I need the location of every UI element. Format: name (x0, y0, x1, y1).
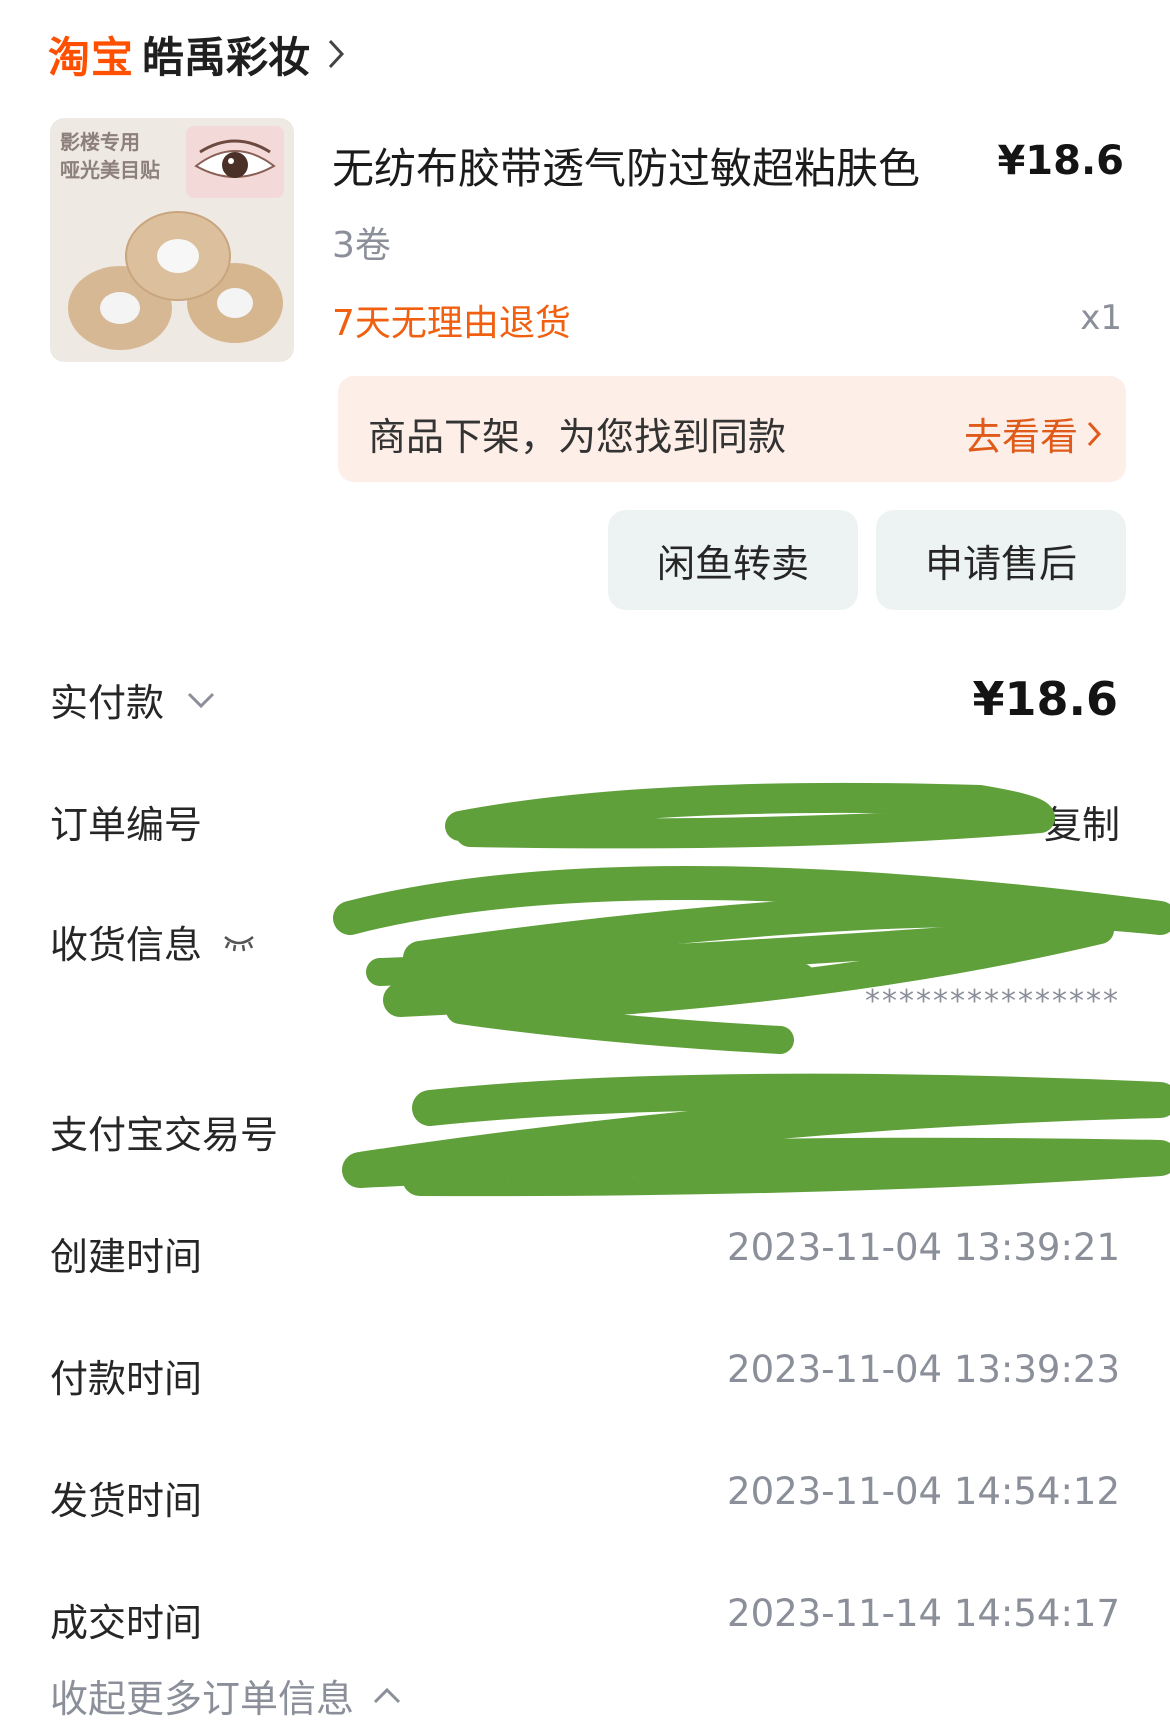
notice-text: 商品下架，为您找到同款 (368, 415, 787, 459)
shop-name[interactable]: 皓禹彩妆 (142, 24, 310, 85)
product-price: ¥18.6 (997, 138, 1124, 184)
shipping-time-value: 2023-11-04 14:54:12 (727, 1470, 1120, 1513)
chevron-right-icon (328, 39, 345, 69)
return-policy-badge: 7天无理由退货 (332, 303, 571, 344)
quantity: x1 (1080, 298, 1122, 338)
created-time-label: 创建时间 (50, 1235, 203, 1279)
shipping-masked-value: *************** (865, 984, 1120, 1019)
xianyu-resell-button[interactable]: 闲鱼转卖 (608, 510, 858, 610)
after-sale-button[interactable]: 申请售后 (876, 510, 1126, 610)
alipay-trade-number-label: 支付宝交易号 (50, 1113, 279, 1157)
shipping-info-row[interactable]: 收货信息 (50, 914, 256, 969)
chevron-right-icon (1087, 421, 1102, 446)
collapse-label: 收起更多订单信息 (50, 1677, 355, 1721)
go-see-label: 去看看 (963, 415, 1078, 459)
taobao-brand-label: 淘宝 (48, 32, 135, 82)
shop-header[interactable]: 淘宝 皓禹彩妆 (48, 22, 346, 86)
go-see-link[interactable]: 去看看 (964, 406, 1102, 461)
payment-time-label: 付款时间 (50, 1357, 203, 1401)
eye-closed-icon[interactable] (222, 931, 256, 953)
product-spec: 3卷 (332, 225, 391, 266)
product-image-caption: 影楼专用 哑光美目贴 (60, 130, 160, 182)
paid-amount-toggle[interactable]: 实付款 (50, 672, 216, 727)
shipping-info-label: 收货信息 (50, 923, 203, 967)
collapse-order-info-link[interactable]: 收起更多订单信息 (50, 1668, 402, 1723)
eye-photo-icon (186, 126, 284, 198)
tape-rolls-icon (68, 211, 283, 350)
completion-time-value: 2023-11-14 14:54:17 (727, 1592, 1120, 1635)
copy-button[interactable]: 复制 (1044, 794, 1120, 849)
chevron-down-icon (187, 692, 215, 708)
order-number-label: 订单编号 (50, 803, 203, 847)
completion-time-label: 成交时间 (50, 1601, 203, 1645)
product-image[interactable]: 影楼专用 哑光美目贴 (50, 118, 294, 362)
paid-amount-value: ¥18.6 (972, 672, 1118, 726)
chevron-up-icon (373, 1687, 401, 1703)
paid-amount-label: 实付款 (50, 681, 165, 725)
created-time-value: 2023-11-04 13:39:21 (727, 1226, 1120, 1269)
delisted-notice-bar[interactable]: 商品下架，为您找到同款 去看看 (338, 376, 1126, 482)
payment-time-value: 2023-11-04 13:39:23 (727, 1348, 1120, 1391)
shipping-time-label: 发货时间 (50, 1479, 203, 1523)
product-title[interactable]: 无纺布胶带透气防过敏超粘肤色 (332, 135, 920, 196)
